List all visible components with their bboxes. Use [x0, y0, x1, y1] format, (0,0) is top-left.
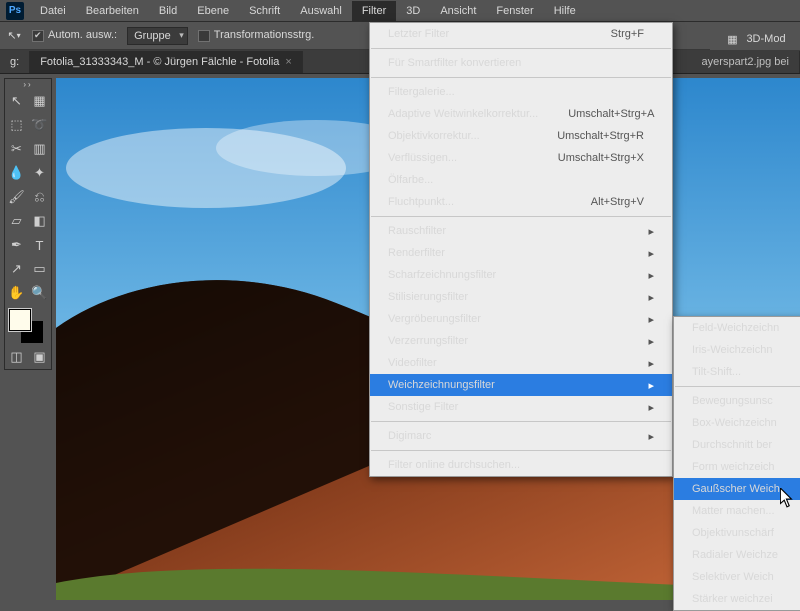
- sub-box-blur[interactable]: Box-Weichzeichn: [674, 412, 800, 434]
- shape-tool[interactable]: ▭: [28, 257, 51, 281]
- menu-filter[interactable]: Filter: [352, 1, 396, 21]
- menu-render[interactable]: Renderfilter▸: [370, 242, 672, 264]
- eyedropper-tool[interactable]: 💧: [5, 161, 28, 185]
- doc-tab-truncated[interactable]: g:: [0, 51, 30, 73]
- eraser-tool[interactable]: ▱: [5, 209, 28, 233]
- foreground-swatch[interactable]: [9, 309, 31, 331]
- toolbox: ›› ↖ ▦ ⬚ ➰ ✂ ▥ 💧 ✦ 🖌 ⎌ ▱ ◧ ✒ T ↗ ▭ ✋ 🔍 ◫…: [4, 78, 52, 370]
- panel-icon: ▦: [724, 31, 740, 47]
- menu-distort[interactable]: Verzerrungsfilter▸: [370, 330, 672, 352]
- menu-video[interactable]: Videofilter▸: [370, 352, 672, 374]
- type-tool[interactable]: T: [28, 233, 51, 257]
- menu-adaptive-wide[interactable]: Adaptive Weitwinkelkorrektur...Umschalt+…: [370, 103, 672, 125]
- sub-selective-blur[interactable]: Selektiver Weich: [674, 566, 800, 588]
- screenmode-tool[interactable]: ▣: [28, 345, 51, 369]
- menu-fenster[interactable]: Fenster: [486, 1, 543, 21]
- menu-digimarc[interactable]: Digimarc▸: [370, 425, 672, 447]
- blur-submenu: Feld-Weichzeichn Iris-Weichzeichn Tilt-S…: [673, 316, 800, 611]
- menu-bild[interactable]: Bild: [149, 1, 187, 21]
- menu-datei[interactable]: Datei: [30, 1, 76, 21]
- menu-last-filter: Letzter FilterStrg+F: [370, 23, 672, 45]
- menu-auswahl[interactable]: Auswahl: [290, 1, 352, 21]
- sub-smart-blur[interactable]: Stärker weichzei: [674, 588, 800, 610]
- move-tool[interactable]: ↖: [5, 89, 28, 113]
- menu-other[interactable]: Sonstige Filter▸: [370, 396, 672, 418]
- sub-radial-blur[interactable]: Radialer Weichze: [674, 544, 800, 566]
- crop-tool[interactable]: ✂: [5, 137, 28, 161]
- heal-tool[interactable]: ✦: [28, 161, 51, 185]
- zoom-tool[interactable]: 🔍: [28, 281, 51, 305]
- menu-3d[interactable]: 3D: [396, 1, 430, 21]
- path-tool[interactable]: ↗: [5, 257, 28, 281]
- sub-lens-blur: Objektivunschärf: [674, 522, 800, 544]
- sub-tilt-shift[interactable]: Tilt-Shift...: [674, 361, 800, 383]
- color-swatches[interactable]: [5, 305, 51, 345]
- doc-tab-right[interactable]: ayerspart2.jpg bei: [692, 51, 800, 73]
- filter-menu-dropdown: Letzter FilterStrg+F Für Smartfilter kon…: [369, 22, 673, 477]
- brush-tool[interactable]: 🖌: [5, 185, 28, 209]
- workspace-switcher[interactable]: ▦ 3D-Mod: [710, 28, 800, 50]
- sub-motion-blur[interactable]: Bewegungsunsc: [674, 390, 800, 412]
- sub-iris-blur[interactable]: Iris-Weichzeichn: [674, 339, 800, 361]
- auto-select-check[interactable]: Autom. ausw.:: [32, 29, 117, 41]
- app-icon: Ps: [6, 2, 24, 20]
- pen-tool[interactable]: ✒: [5, 233, 28, 257]
- menu-pixelate[interactable]: Vergröberungsfilter▸: [370, 308, 672, 330]
- gradient-tool[interactable]: ◧: [28, 209, 51, 233]
- menu-smart-convert: Für Smartfilter konvertieren: [370, 52, 672, 74]
- menu-noise[interactable]: Rauschfilter▸: [370, 220, 672, 242]
- sub-field-blur[interactable]: Feld-Weichzeichn: [674, 317, 800, 339]
- auto-select-combo[interactable]: Gruppe: [127, 27, 188, 45]
- stamp-tool[interactable]: ⎌: [28, 185, 51, 209]
- menu-filter-gallery[interactable]: Filtergalerie...: [370, 81, 672, 103]
- move-tool-preset-icon[interactable]: ↖▾: [6, 28, 22, 44]
- menu-sharpen[interactable]: Scharfzeichnungsfilter▸: [370, 264, 672, 286]
- menu-ebene[interactable]: Ebene: [187, 1, 239, 21]
- marquee-tool[interactable]: ⬚: [5, 113, 28, 137]
- menu-vanishing: Fluchtpunkt...Alt+Strg+V: [370, 191, 672, 213]
- menu-lens-correction[interactable]: Objektivkorrektur...Umschalt+Strg+R: [370, 125, 672, 147]
- hand-tool[interactable]: ✋: [5, 281, 28, 305]
- menu-oilpaint[interactable]: Ölfarbe...: [370, 169, 672, 191]
- sub-shape-blur[interactable]: Form weichzeich: [674, 456, 800, 478]
- menu-stylize[interactable]: Stilisierungsfilter▸: [370, 286, 672, 308]
- slice-tool[interactable]: ▥: [28, 137, 51, 161]
- doc-tab-active[interactable]: Fotolia_31333343_M - © Jürgen Fälchle - …: [30, 51, 303, 73]
- quickmask-tool[interactable]: ◫: [5, 345, 28, 369]
- tool-handle[interactable]: ››: [5, 79, 51, 89]
- lasso-tool[interactable]: ➰: [28, 113, 51, 137]
- menu-liquify: Verflüssigen...Umschalt+Strg+X: [370, 147, 672, 169]
- menu-bearbeiten[interactable]: Bearbeiten: [76, 1, 149, 21]
- artboard-tool[interactable]: ▦: [28, 89, 51, 113]
- menu-schrift[interactable]: Schrift: [239, 1, 290, 21]
- close-tab-icon[interactable]: ×: [285, 56, 291, 68]
- sub-average[interactable]: Durchschnitt ber: [674, 434, 800, 456]
- mouse-cursor: [780, 488, 794, 508]
- menu-ansicht[interactable]: Ansicht: [430, 1, 486, 21]
- menu-browse-online[interactable]: Filter online durchsuchen...: [370, 454, 672, 476]
- transform-controls-check[interactable]: Transformationsstrg.: [198, 29, 314, 41]
- menu-hilfe[interactable]: Hilfe: [544, 1, 586, 21]
- menu-blur[interactable]: Weichzeichnungsfilter▸: [370, 374, 672, 396]
